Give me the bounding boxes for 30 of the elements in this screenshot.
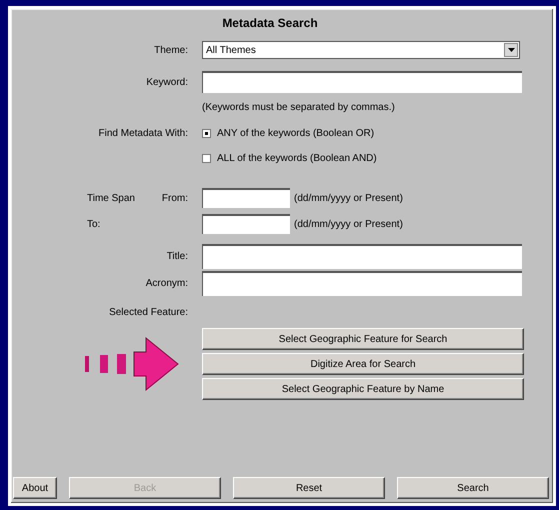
date-field[interactable] [202,214,290,234]
field-label: To: [87,218,100,230]
date-format-hint: (dd/mm/yyyy or Present) [294,218,403,230]
radio-button[interactable] [202,129,211,138]
date-field[interactable] [202,188,290,208]
date-format-hint: (dd/mm/yyyy or Present) [294,192,403,204]
title-field[interactable] [202,244,522,269]
footer-button[interactable]: Search [397,477,549,499]
theme-dropdown[interactable]: All Themes [202,41,520,59]
arrow-icon [84,336,180,392]
acronym-field[interactable] [202,271,522,296]
field-label: Acronym: [144,278,189,289]
field-label: Selected Feature: [108,307,189,318]
field-label: Keyword: [145,76,189,88]
option-label: ANY of the keywords (Boolean OR) [217,128,374,139]
field-label: Find Metadata With: [98,128,189,139]
form-title: Metadata Search [221,15,319,32]
field-label: Title: [166,251,189,262]
field-label: From: [162,192,188,204]
footer-button[interactable]: About [13,477,57,499]
field-label: Theme: [153,44,189,56]
feature-button[interactable]: Select Geographic Feature for Search [202,328,524,350]
keyword-field[interactable] [202,71,522,93]
time-span-label: Time Span [87,192,135,204]
feature-button[interactable]: Digitize Area for Search [202,353,524,375]
keyword-hint: (Keywords must be separated by commas.) [202,102,395,113]
footer-button[interactable]: Reset [233,477,385,499]
option-label: ALL of the keywords (Boolean AND) [217,153,377,164]
feature-button[interactable]: Select Geographic Feature by Name [202,378,524,400]
radio-button[interactable] [202,154,211,163]
